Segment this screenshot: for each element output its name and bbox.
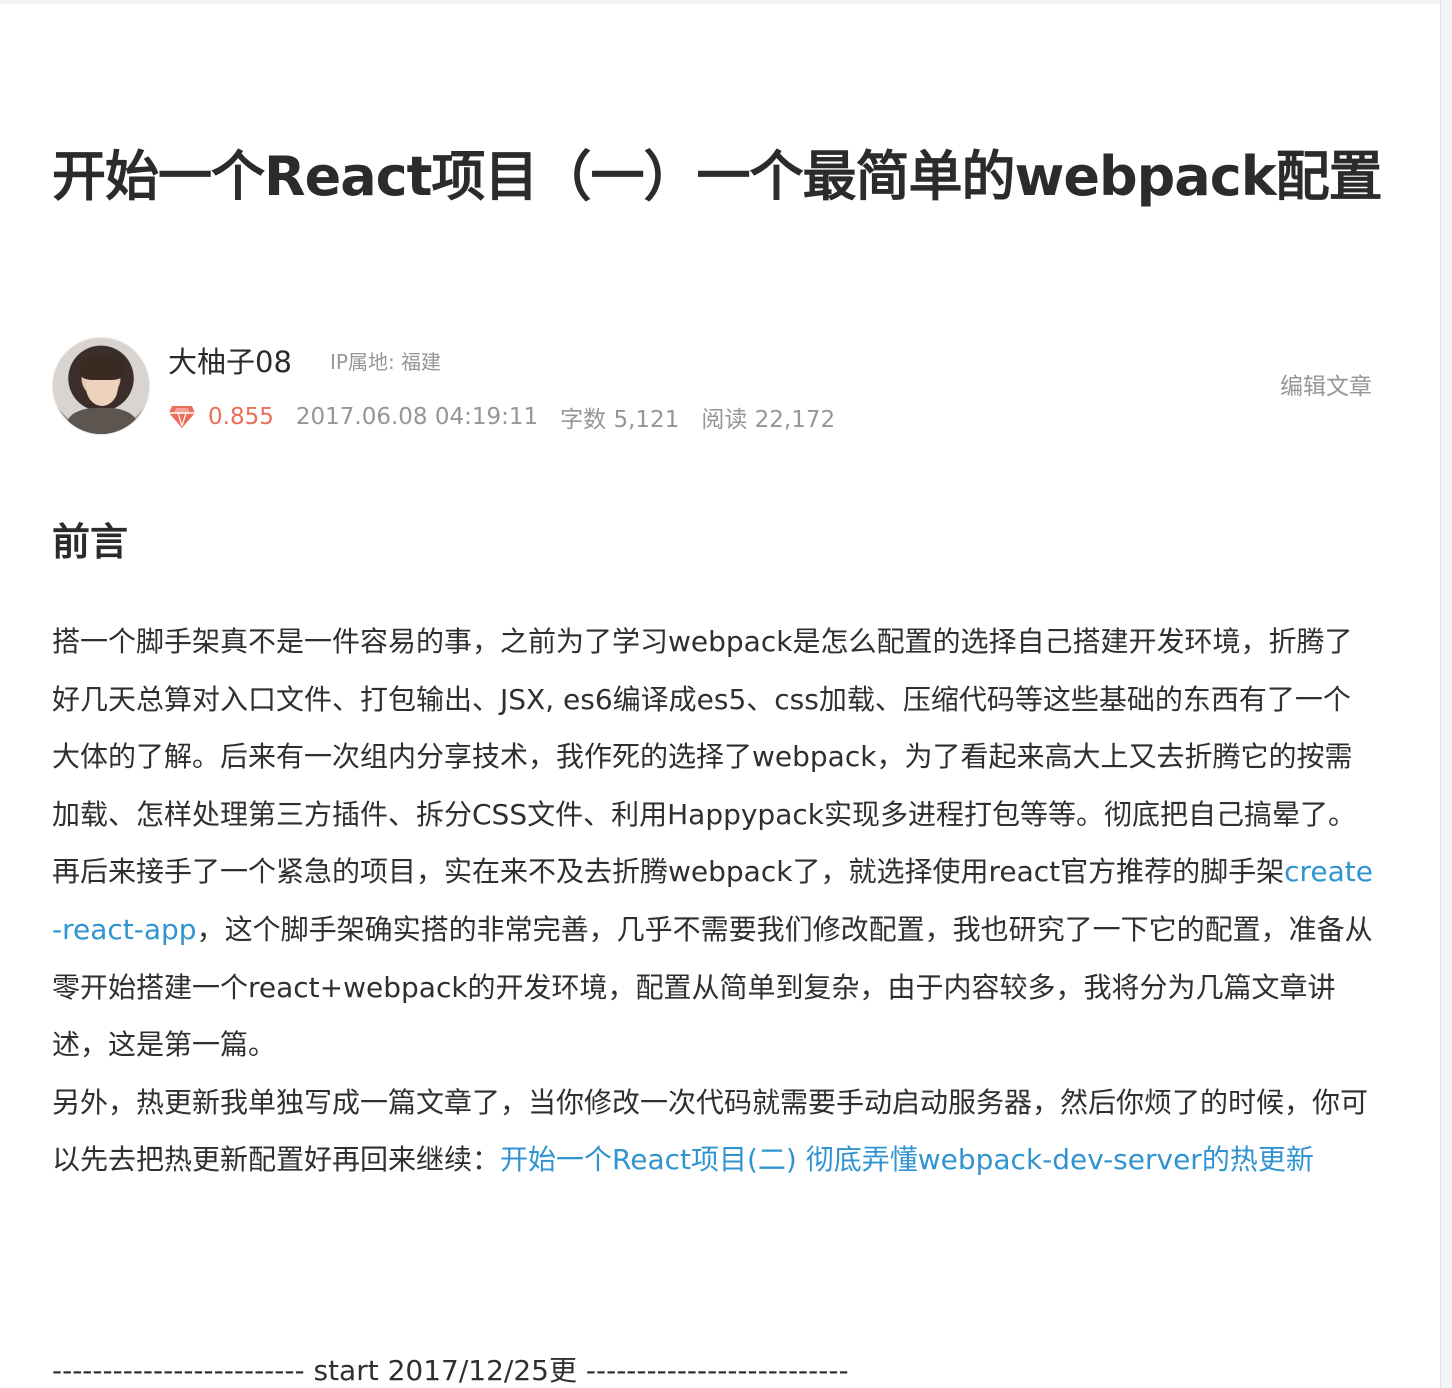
update-divider: ------------------------- start 2017/12/… [52,1354,849,1387]
author-score: 0.855 [208,404,274,430]
publish-date: 2017.06.08 04:19:11 [295,404,539,430]
article-meta: 0.855 2017.06.08 04:19:11 字数 5,121 阅读 22… [168,400,835,434]
window-edge [1440,0,1452,1388]
edit-article-link[interactable]: 编辑文章 [1280,371,1372,403]
paragraph-intro-text: 搭一个脚手架真不是一件容易的事，之前为了学习webpack是怎么配置的选择自己搭… [52,625,1356,889]
avatar-hair [79,356,125,380]
avatar-shirt [67,408,137,434]
article-title: 开始一个React项目（一）一个最简单的webpack配置 [52,145,1383,208]
paragraph-hot-reload: 另外，热更新我单独写成一篇文章了，当你修改一次代码就需要手动启动服务器，然后你烦… [52,1074,1374,1189]
article-page: 开始一个React项目（一）一个最简单的webpack配置 大柚子08 IP属地… [0,4,1440,1388]
author-avatar[interactable] [52,337,150,435]
word-count: 字数 5,121 [560,407,680,433]
read-count: 阅读 22,172 [701,407,836,433]
paragraph-intro-tail: ，这个脚手架确实搭的非常完善，几乎不需要我们修改配置，我也研究了一下它的配置，准… [52,912,1373,1062]
diamond-icon [169,406,195,428]
part-two-article-link[interactable]: 开始一个React项目(二) 彻底弄懂webpack-dev-server的热更… [500,1143,1314,1176]
paragraph-intro: 搭一个脚手架真不是一件容易的事，之前为了学习webpack是怎么配置的选择自己搭… [52,613,1374,1074]
article-body: 搭一个脚手架真不是一件容易的事，之前为了学习webpack是怎么配置的选择自己搭… [52,613,1374,1189]
ip-location: IP属地: 福建 [330,350,442,374]
section-heading: 前言 [52,520,129,564]
author-name[interactable]: 大柚子08 [168,342,292,382]
